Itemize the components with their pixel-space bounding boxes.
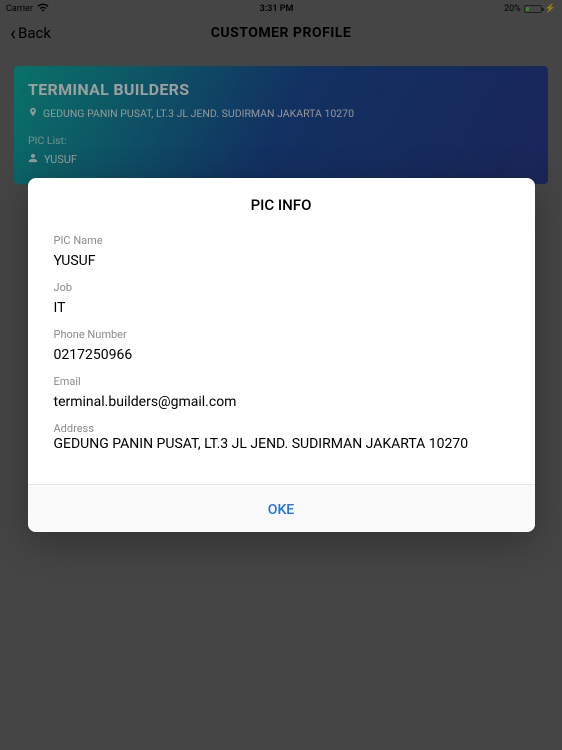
email-label: Email [54,375,509,388]
modal-overlay[interactable]: PIC INFO PIC Name YUSUF Job IT Phone Num… [0,0,562,750]
field-address: Address GEDUNG PANIN PUSAT, LT.3 JL JEND… [54,422,509,452]
ok-button[interactable]: OKE [268,502,294,518]
modal-body: PIC Name YUSUF Job IT Phone Number 02172… [28,228,535,484]
pic-info-modal: PIC INFO PIC Name YUSUF Job IT Phone Num… [28,178,535,532]
phone-value: 0217250966 [54,347,509,363]
phone-label: Phone Number [54,328,509,341]
field-email: Email terminal.builders@gmail.com [54,375,509,410]
job-label: Job [54,281,509,294]
job-value: IT [54,300,509,316]
modal-footer: OKE [28,484,535,532]
address-value: GEDUNG PANIN PUSAT, LT.3 JL JEND. SUDIRM… [54,436,509,452]
address-label: Address [54,422,509,435]
field-phone: Phone Number 0217250966 [54,328,509,363]
pic-name-label: PIC Name [54,234,509,247]
field-job: Job IT [54,281,509,316]
modal-title: PIC INFO [28,178,535,228]
email-value: terminal.builders@gmail.com [54,394,509,410]
field-pic-name: PIC Name YUSUF [54,234,509,269]
pic-name-value: YUSUF [54,253,509,269]
